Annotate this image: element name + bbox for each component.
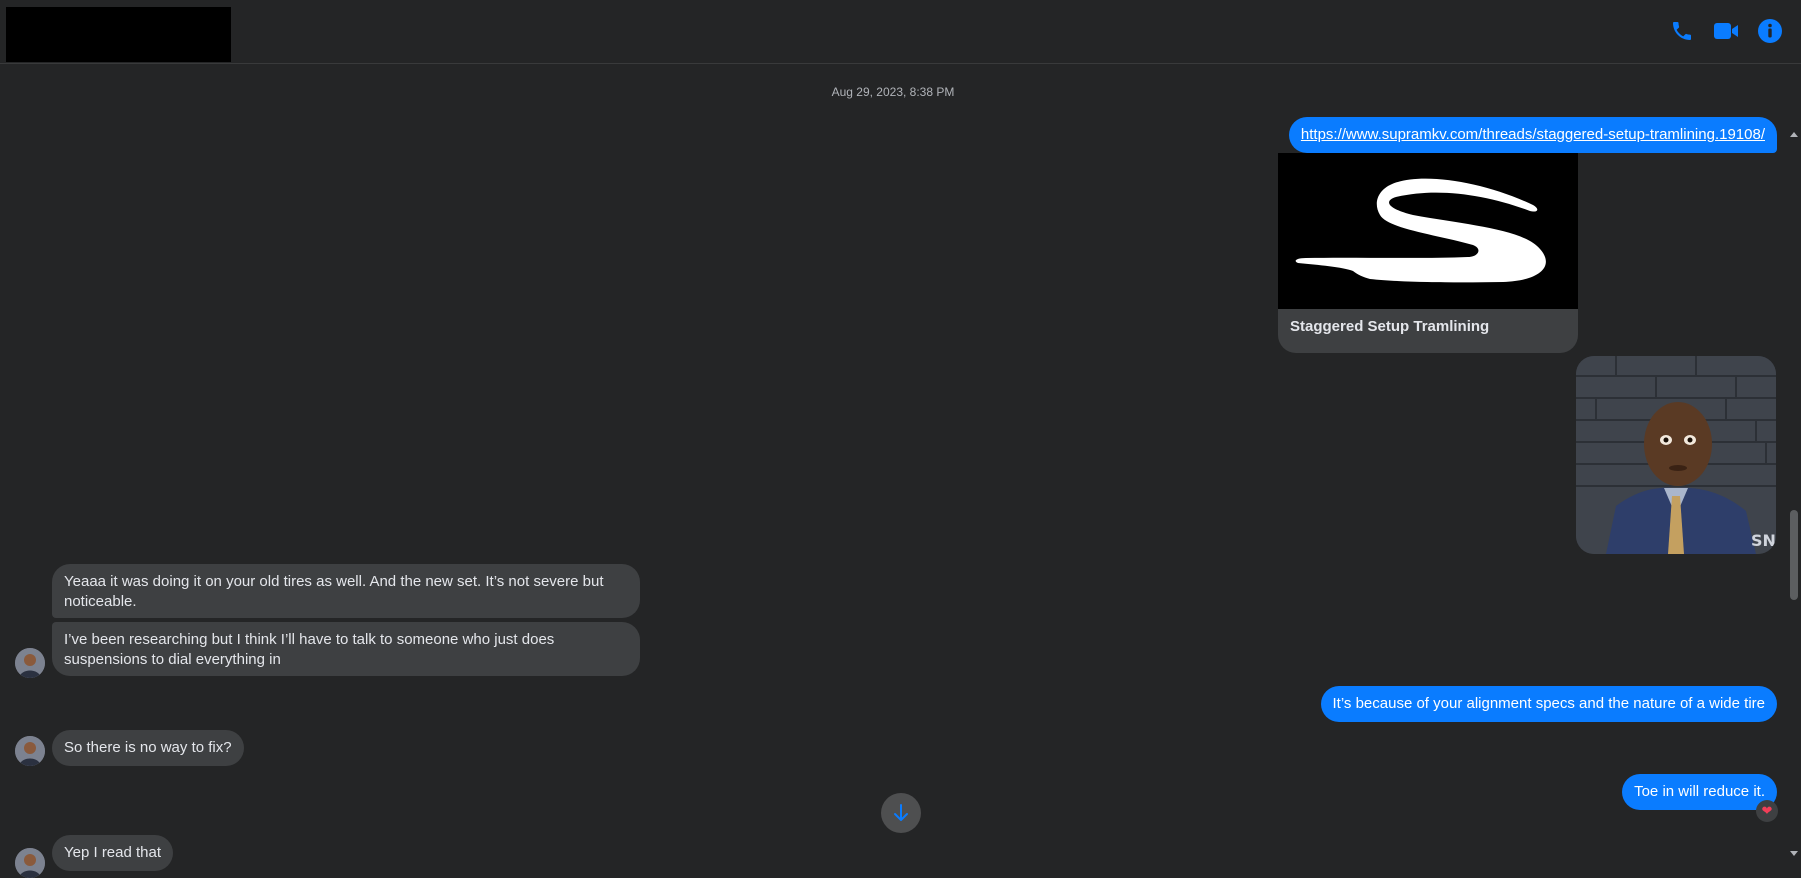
link-preview-title: Staggered Setup Tramlining <box>1290 318 1490 335</box>
incoming-message[interactable]: Yeaaa it was doing it on your old tires … <box>52 564 640 618</box>
contact-avatar[interactable] <box>15 848 45 878</box>
contact-avatar[interactable] <box>15 648 45 678</box>
link-preview-card[interactable]: Staggered Setup Tramlining <box>1278 153 1578 353</box>
info-icon[interactable] <box>1755 16 1785 46</box>
phone-icon[interactable] <box>1667 16 1697 46</box>
incoming-message[interactable]: Yep I read that <box>52 835 174 871</box>
incoming-message[interactable]: I’ve been researching but I think I’ll h… <box>52 622 640 676</box>
scroll-down-arrow-icon[interactable] <box>1790 851 1798 856</box>
scroll-to-bottom-button[interactable] <box>881 793 921 833</box>
video-camera-icon[interactable] <box>1711 16 1741 46</box>
scroll-up-arrow-icon[interactable] <box>1790 132 1798 137</box>
incoming-message[interactable]: So there is no way to fix? <box>52 730 244 766</box>
heart-reaction-icon[interactable]: ❤ <box>1756 800 1778 822</box>
message-scrollbar[interactable] <box>1787 64 1801 860</box>
scroll-thumb[interactable] <box>1790 510 1798 600</box>
reaction-gif-image[interactable]: SNL <box>1576 356 1776 554</box>
message-link[interactable]: https://www.supramkv.com/threads/stagger… <box>1301 126 1765 143</box>
outgoing-message[interactable]: Toe in will reduce it. <box>1622 774 1777 810</box>
outgoing-message[interactable]: It’s because of your alignment specs and… <box>1320 686 1777 722</box>
link-preview-logo-image <box>1278 153 1578 309</box>
svg-text:SNL: SNL <box>1751 531 1776 550</box>
outgoing-link-message[interactable]: https://www.supramkv.com/threads/stagger… <box>1288 117 1777 153</box>
conversation-header <box>0 0 1801 64</box>
redacted-contact-name <box>6 7 231 62</box>
arrow-down-icon <box>894 804 908 821</box>
message-timestamp: Aug 29, 2023, 8:38 PM <box>831 85 955 99</box>
contact-avatar[interactable] <box>15 736 45 766</box>
